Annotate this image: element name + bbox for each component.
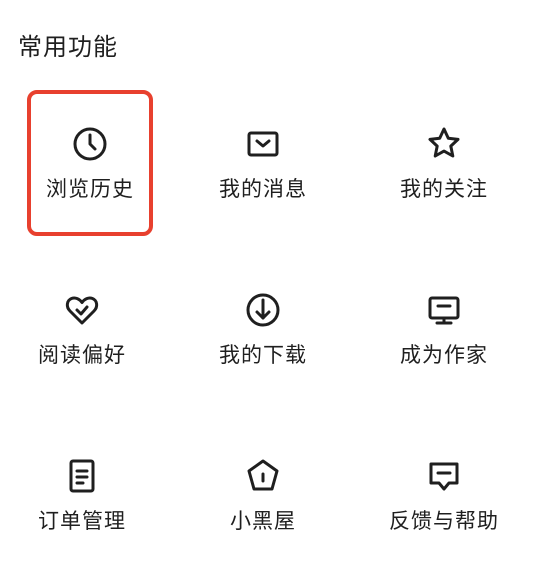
feedback-item[interactable]: 反馈与帮助 <box>364 428 524 548</box>
download-icon <box>243 290 283 330</box>
message-inbox-icon <box>243 124 283 164</box>
functions-grid: 浏览历史 我的消息 我的关注 阅读偏好 我的下载 成为作家 订单管理 小黑屋 反… <box>0 0 534 564</box>
clock-icon <box>70 124 110 164</box>
blackroom-label: 小黑屋 <box>230 509 296 533</box>
monitor-icon <box>424 290 464 330</box>
pentagon-house-icon <box>243 456 283 496</box>
heart-check-icon <box>62 290 102 330</box>
messages-item[interactable]: 我的消息 <box>183 96 343 216</box>
history-item[interactable]: 浏览历史 <box>10 96 170 216</box>
reading-preference-item[interactable]: 阅读偏好 <box>2 262 162 382</box>
orders-label: 订单管理 <box>38 509 126 533</box>
following-label: 我的关注 <box>400 177 488 201</box>
become-writer-item[interactable]: 成为作家 <box>364 262 524 382</box>
feedback-icon <box>424 456 464 496</box>
feedback-label: 反馈与帮助 <box>389 509 499 533</box>
messages-label: 我的消息 <box>219 177 307 201</box>
downloads-item[interactable]: 我的下载 <box>183 262 343 382</box>
history-label: 浏览历史 <box>46 177 134 201</box>
star-icon <box>424 124 464 164</box>
orders-item[interactable]: 订单管理 <box>2 428 162 548</box>
following-item[interactable]: 我的关注 <box>364 96 524 216</box>
document-icon <box>62 456 102 496</box>
downloads-label: 我的下载 <box>219 343 307 367</box>
reading-preference-label: 阅读偏好 <box>38 343 126 367</box>
become-writer-label: 成为作家 <box>400 343 488 367</box>
blackroom-item[interactable]: 小黑屋 <box>183 428 343 548</box>
